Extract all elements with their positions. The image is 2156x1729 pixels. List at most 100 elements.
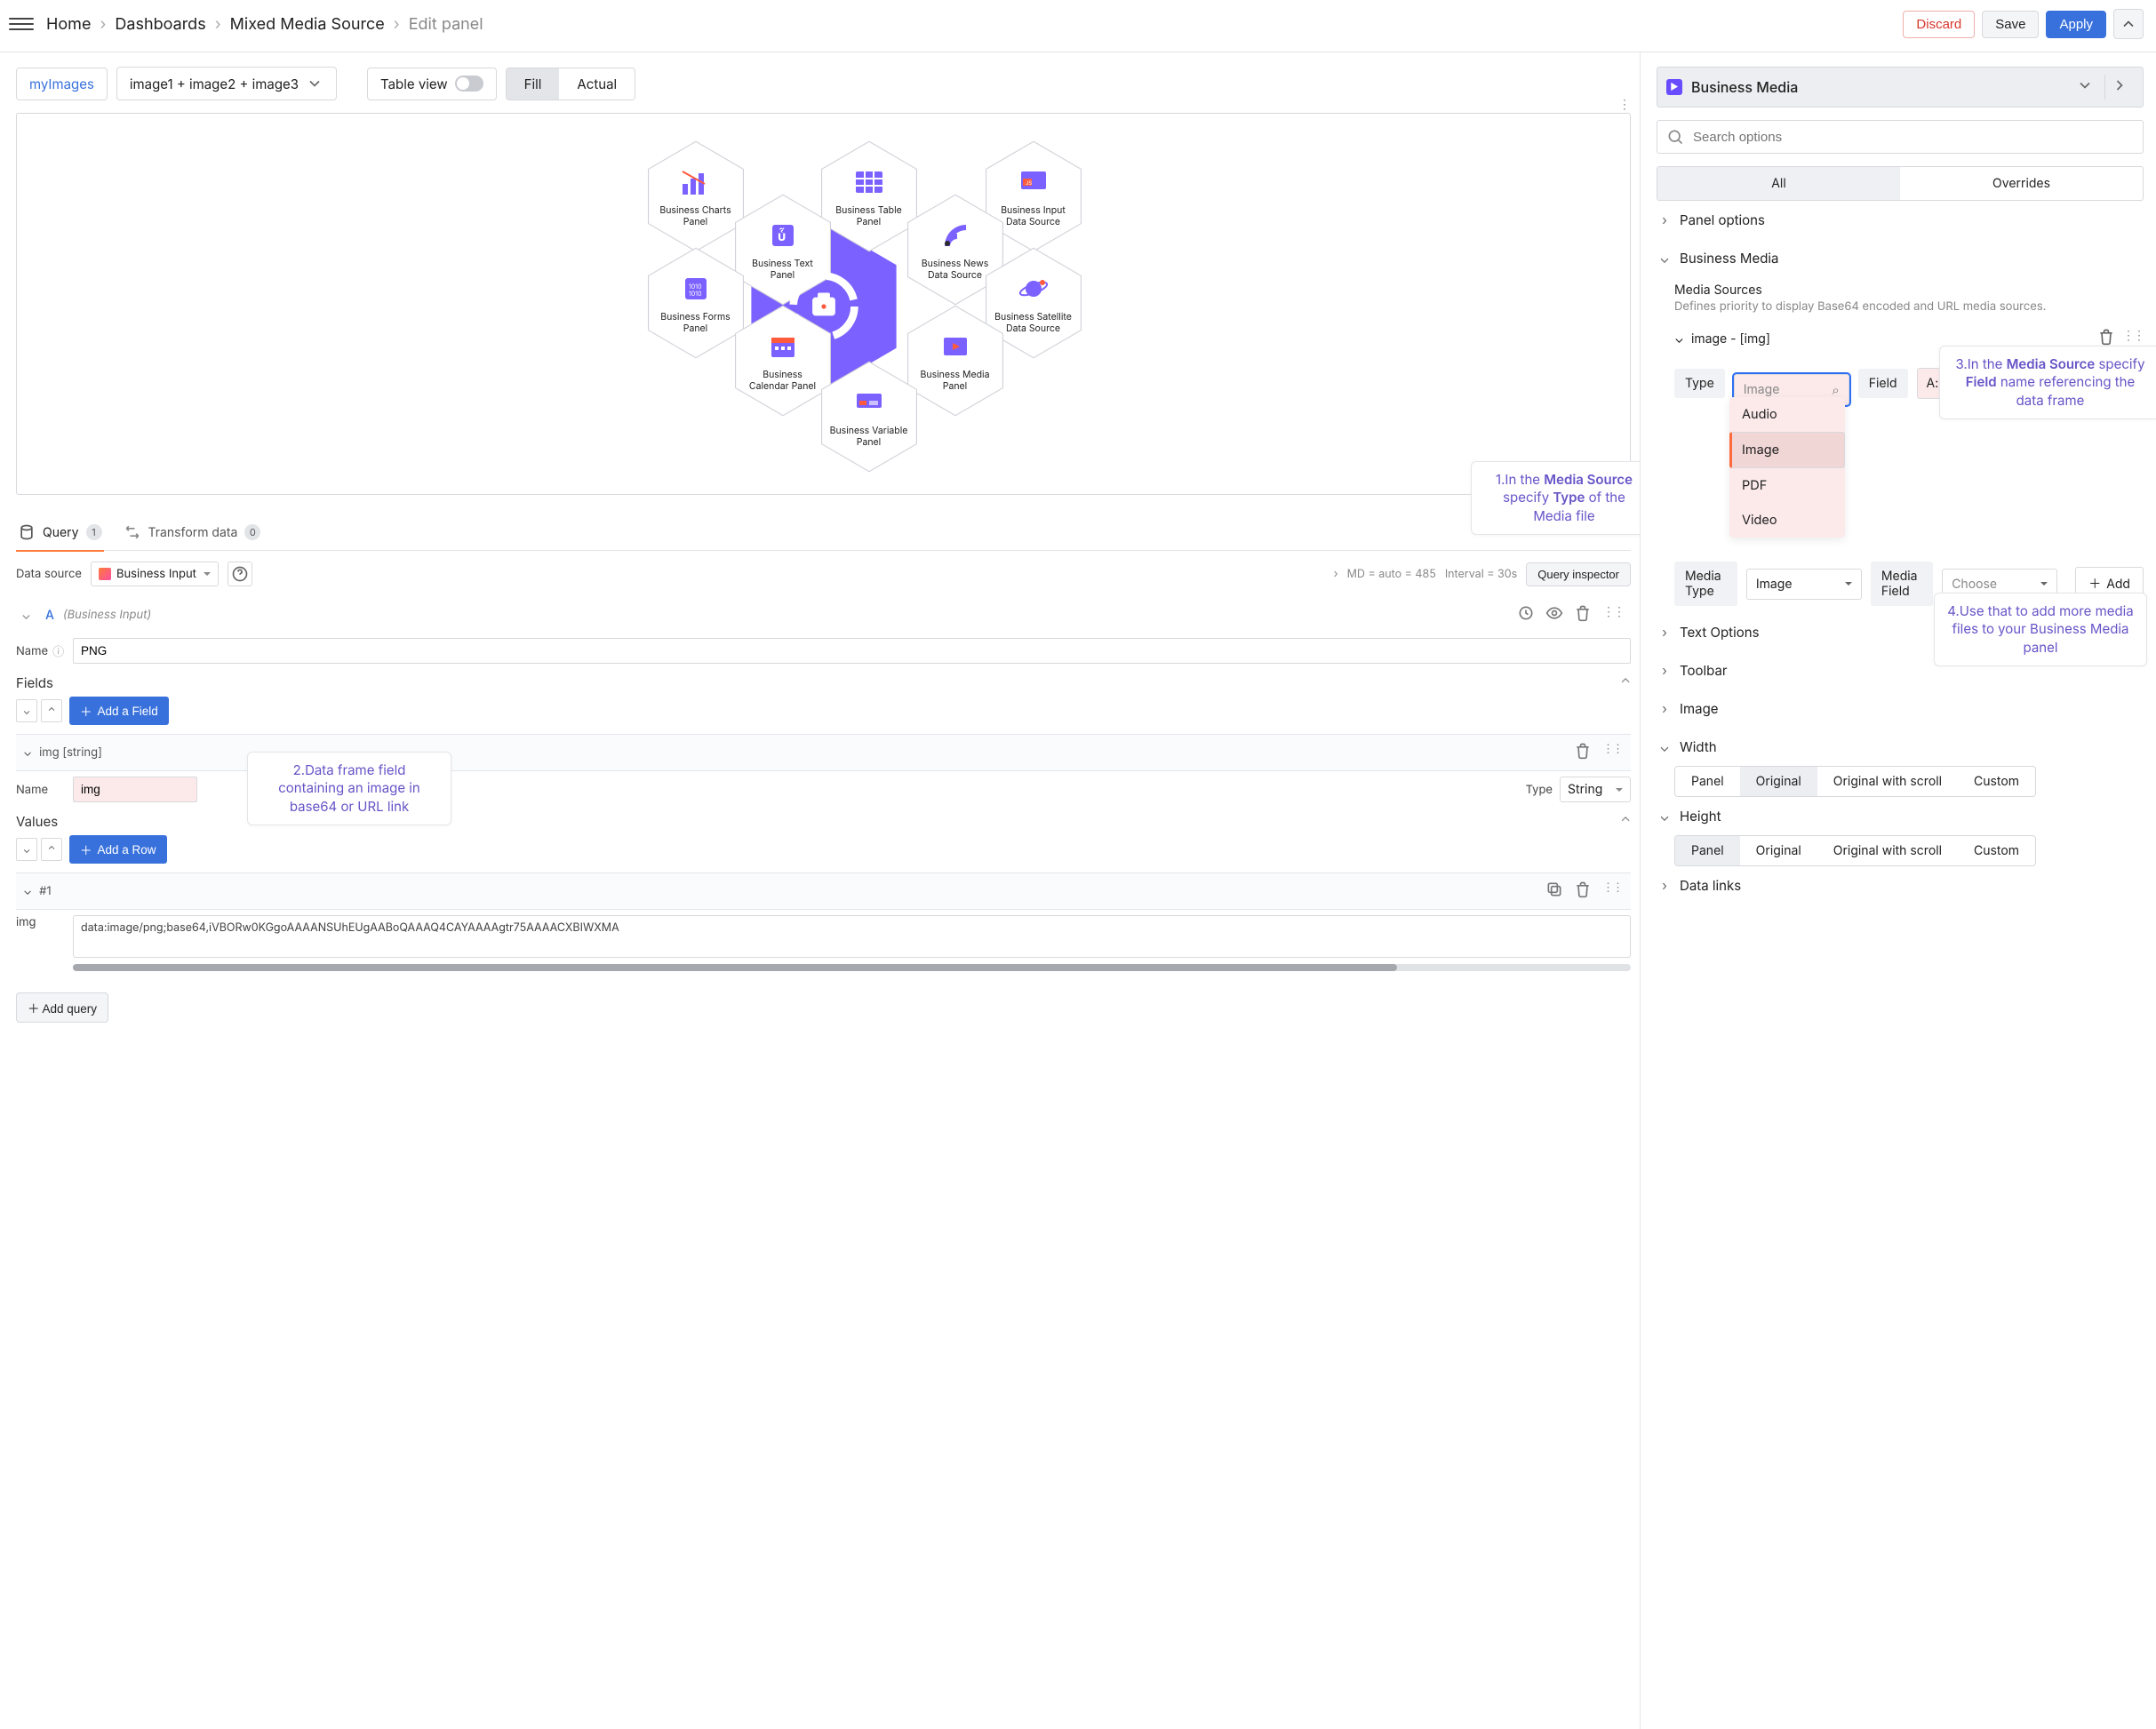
apply-button[interactable]: Apply [2046, 11, 2106, 38]
type-option-video[interactable]: Video [1729, 503, 1845, 538]
hex-label: Business Media Panel [916, 370, 994, 392]
section-toolbar[interactable]: ›Toolbar [1657, 651, 2144, 689]
drag-handle-icon[interactable]: ⋮⋮ [1601, 740, 1624, 765]
query-name-input[interactable] [73, 638, 1631, 664]
section-business-media[interactable]: ⌄Business Media [1657, 239, 2144, 277]
query-inspector-button[interactable]: Query inspector [1526, 562, 1631, 586]
chevron-up-icon[interactable]: ⌃ [1620, 813, 1631, 830]
section-panel-options[interactable]: ›Panel options [1657, 201, 2144, 239]
collapse-all-button[interactable]: ⌄ [16, 699, 37, 722]
values-heading: Values⌃ [16, 813, 1631, 830]
media-type-select[interactable]: Image [1746, 569, 1862, 600]
collapse-icon[interactable] [2113, 9, 2144, 39]
ds-help-icon[interactable] [228, 562, 252, 586]
height-segment: Panel Original Original with scroll Cust… [1674, 835, 2036, 866]
width-panel[interactable]: Panel [1675, 767, 1740, 796]
width-original-scroll[interactable]: Original with scroll [1817, 767, 1958, 796]
chevron-down-icon[interactable]: ⌄ [23, 884, 32, 898]
panel-subtitle-pill[interactable]: image1 + image2 + image3 [116, 67, 337, 100]
chevron-right-icon[interactable]: › [1334, 567, 1338, 581]
crumb-dashboards[interactable]: Dashboards [115, 15, 205, 34]
type-field-row: Type Image Field A:img Audio Image PDF V… [1674, 362, 2144, 405]
media-field-label: Media Field [1871, 562, 1933, 606]
media-source-item[interactable]: ⌄ image - [img] ⋮⋮ [1674, 323, 2144, 355]
forms-icon: 10101010 [678, 271, 714, 307]
table-view-toggle[interactable]: Table view [367, 68, 497, 100]
add-media-source-button[interactable]: ＋ Add [2075, 567, 2144, 601]
chevron-down-icon[interactable] [2071, 75, 2099, 100]
hex-label: Business Table Panel [830, 205, 908, 227]
width-custom[interactable]: Custom [1958, 767, 2035, 796]
section-image[interactable]: ›Image [1657, 689, 2144, 728]
value-row-label: #1 [39, 884, 52, 898]
chevron-down-icon[interactable]: ⌄ [21, 608, 31, 623]
kebab-icon[interactable]: ⋮ [1613, 93, 1636, 116]
hex-label: Business News Data Source [916, 259, 994, 281]
clock-icon[interactable] [1515, 602, 1537, 627]
ds-select[interactable]: Business Input [91, 562, 219, 586]
trash-icon[interactable] [1572, 879, 1593, 904]
height-panel[interactable]: Panel [1675, 836, 1740, 865]
discard-button[interactable]: Discard [1903, 11, 1975, 38]
tab-all[interactable]: All [1657, 167, 1900, 200]
chevron-right-icon[interactable] [2104, 75, 2134, 100]
transform-count-badge: 0 [244, 524, 260, 540]
drag-handle-icon[interactable]: ⋮⋮ [2122, 328, 2144, 349]
chevron-down-icon[interactable]: ⌄ [23, 745, 32, 760]
crumb-home[interactable]: Home [46, 15, 91, 34]
search-input[interactable] [1691, 129, 2134, 146]
charts-icon [678, 164, 714, 200]
media-field-select[interactable]: Choose [1942, 569, 2057, 600]
copy-icon[interactable] [1544, 879, 1565, 904]
eye-icon[interactable] [1544, 602, 1565, 627]
chevron-down-icon: ⌄ [1674, 331, 1684, 347]
section-width[interactable]: ⌄Width [1657, 728, 2144, 766]
panel-subtitle: image1 + image2 + image3 [130, 76, 299, 92]
section-text-options[interactable]: ›Text Options [1657, 613, 2144, 651]
section-data-links[interactable]: ›Data links [1657, 866, 2144, 904]
ds-label: Data source [16, 567, 82, 581]
seg-fill[interactable]: Fill [507, 68, 560, 100]
save-button[interactable]: Save [1982, 11, 2039, 38]
tab-transform[interactable]: Transform data 0 [122, 514, 263, 550]
calendar-icon [765, 329, 801, 364]
img-value-textarea[interactable]: data:image/png;base64,iVBORw0KGgoAAAANSU… [73, 915, 1631, 958]
trash-icon[interactable] [2097, 328, 2115, 349]
collapse-all-button[interactable]: ⌄ [16, 838, 37, 861]
field-type-select[interactable]: String [1560, 777, 1631, 802]
section-height[interactable]: ⌄Height [1657, 797, 2144, 835]
expand-all-button[interactable]: ⌃ [41, 699, 62, 722]
top-bar: Home › Dashboards › Mixed Media Source ›… [0, 0, 2156, 52]
trash-icon[interactable] [1572, 740, 1593, 765]
height-custom[interactable]: Custom [1958, 836, 2035, 865]
add-row-button[interactable]: ＋ Add a Row [69, 835, 167, 864]
drag-handle-icon[interactable]: ⋮⋮ [1601, 602, 1625, 627]
trash-icon[interactable] [1572, 602, 1593, 627]
field-name-input[interactable] [73, 777, 197, 802]
search-options[interactable] [1657, 120, 2144, 154]
field-select[interactable]: A:img [1917, 368, 2144, 399]
type-option-pdf[interactable]: PDF [1729, 468, 1845, 503]
info-icon[interactable]: ⓘ [52, 642, 64, 659]
toggle-icon [455, 76, 483, 92]
width-segment: Panel Original Original with scroll Cust… [1674, 766, 2036, 797]
type-option-audio[interactable]: Audio [1729, 397, 1845, 432]
crumb-dashboard-name[interactable]: Mixed Media Source [230, 15, 385, 34]
type-option-image[interactable]: Image [1729, 432, 1845, 468]
tab-overrides[interactable]: Overrides [1900, 167, 2143, 200]
menu-icon[interactable] [9, 12, 34, 36]
hex-label: Business Variable Panel [830, 426, 908, 448]
add-field-button[interactable]: ＋ Add a Field [69, 697, 169, 725]
seg-actual[interactable]: Actual [559, 68, 635, 100]
width-original[interactable]: Original [1740, 767, 1817, 796]
chevron-up-icon[interactable]: ⌃ [1620, 674, 1631, 691]
options-header[interactable]: ▶ Business Media [1657, 67, 2144, 108]
height-original-scroll[interactable]: Original with scroll [1817, 836, 1958, 865]
tab-query[interactable]: Query 1 [16, 514, 104, 550]
expand-all-button[interactable]: ⌃ [41, 838, 62, 861]
drag-handle-icon[interactable]: ⋮⋮ [1601, 879, 1624, 904]
add-query-button[interactable]: ＋ Add query [16, 992, 108, 1023]
panel-title-pill[interactable]: myImages [16, 68, 108, 100]
height-original[interactable]: Original [1740, 836, 1817, 865]
scrollbar[interactable] [73, 964, 1631, 971]
